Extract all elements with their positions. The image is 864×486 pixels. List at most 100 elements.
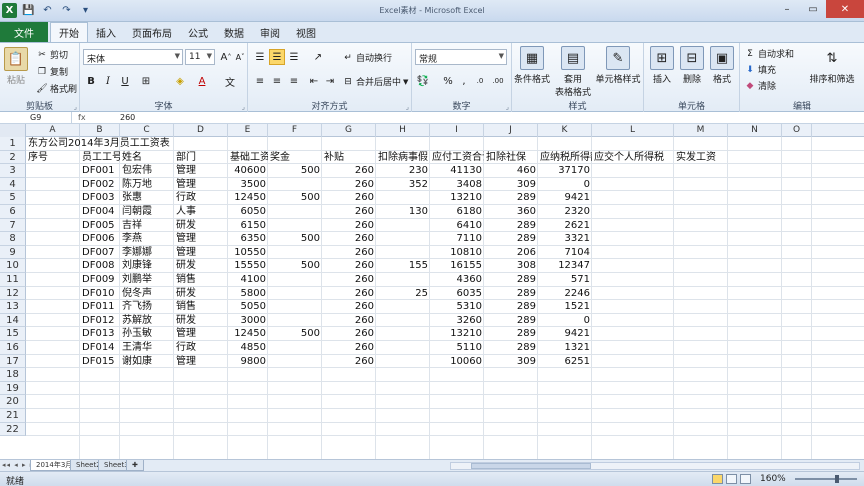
cell[interactable]: 289 xyxy=(484,314,538,328)
cell[interactable]: 齐飞扬 xyxy=(120,300,174,314)
cell[interactable]: 应纳税所得额 xyxy=(538,151,592,165)
cell[interactable]: 员工工号 xyxy=(80,151,120,165)
cell[interactable]: 1521 xyxy=(538,300,592,314)
cell[interactable]: 230 xyxy=(376,164,430,178)
cell[interactable]: 应交个人所得税 xyxy=(592,151,674,165)
row-header[interactable]: 20 xyxy=(0,395,26,409)
page-layout-view-icon[interactable] xyxy=(726,474,737,484)
cell[interactable]: 李娜娜 xyxy=(120,246,174,260)
cell[interactable] xyxy=(268,205,322,219)
cell[interactable]: 260 xyxy=(322,205,376,219)
copy-button[interactable]: ❐ 复制 xyxy=(36,65,68,79)
autosum-button[interactable]: Σ 自动求和 xyxy=(744,47,794,61)
align-bottom-icon[interactable]: ☰ xyxy=(286,49,302,65)
cell[interactable]: 部门 xyxy=(174,151,228,165)
cell[interactable]: 1321 xyxy=(538,341,592,355)
cell[interactable]: 4360 xyxy=(430,273,484,287)
cell[interactable]: 12450 xyxy=(228,327,268,341)
cell[interactable]: 460 xyxy=(484,164,538,178)
cell[interactable]: 4850 xyxy=(228,341,268,355)
cell[interactable] xyxy=(268,273,322,287)
row-header[interactable]: 17 xyxy=(0,354,26,369)
font-size-select[interactable]: 11 ▼ xyxy=(185,49,215,65)
alignment-launcher-icon[interactable]: ⌟ xyxy=(406,103,409,111)
cell[interactable]: 260 xyxy=(322,259,376,273)
cell[interactable]: 289 xyxy=(484,273,538,287)
cell[interactable]: 闫朝霞 xyxy=(120,205,174,219)
cell[interactable]: 9800 xyxy=(228,355,268,369)
new-sheet-icon[interactable]: ✚ xyxy=(126,460,144,471)
cell[interactable]: DF013 xyxy=(80,327,120,341)
cell[interactable]: 东方公司2014年3月员工工资表 xyxy=(26,137,170,151)
cell[interactable]: 序号 xyxy=(26,151,80,165)
cell[interactable]: 刘康锋 xyxy=(120,259,174,273)
minimize-button[interactable]: – xyxy=(774,0,800,18)
number-format-select[interactable]: 常规 ▼ xyxy=(415,49,507,65)
row-header[interactable]: 15 xyxy=(0,327,26,341)
cell[interactable]: 6150 xyxy=(228,219,268,233)
cell[interactable]: DF009 xyxy=(80,273,120,287)
cell[interactable]: 289 xyxy=(484,300,538,314)
cell[interactable]: 309 xyxy=(484,178,538,192)
cell[interactable]: 倪冬声 xyxy=(120,287,174,301)
fill-color-icon[interactable]: ◈ xyxy=(172,73,188,89)
name-box[interactable]: G9 xyxy=(0,112,72,124)
cell[interactable]: 3500 xyxy=(228,178,268,192)
cell[interactable]: 应付工资合计 xyxy=(430,151,484,165)
cell[interactable]: 37170 xyxy=(538,164,592,178)
cell[interactable]: 10550 xyxy=(228,246,268,260)
cell[interactable]: 15550 xyxy=(228,259,268,273)
cell[interactable]: DF010 xyxy=(80,287,120,301)
row-header[interactable]: 12 xyxy=(0,286,26,301)
format-painter-button[interactable]: 🖌 格式刷 xyxy=(36,82,77,96)
cell[interactable]: 6350 xyxy=(228,232,268,246)
cell[interactable]: 管理 xyxy=(174,178,228,192)
cell[interactable]: 2320 xyxy=(538,205,592,219)
cell[interactable]: 40600 xyxy=(228,164,268,178)
cell[interactable] xyxy=(268,287,322,301)
cell[interactable]: 扣除病事假 xyxy=(376,151,430,165)
cell[interactable]: 行政 xyxy=(174,191,228,205)
cell[interactable]: 500 xyxy=(268,232,322,246)
cell[interactable]: 研发 xyxy=(174,287,228,301)
cell[interactable]: 130 xyxy=(376,205,430,219)
cell[interactable]: 谢如康 xyxy=(120,355,174,369)
cell[interactable]: 309 xyxy=(484,355,538,369)
cell[interactable]: DF001 xyxy=(80,164,120,178)
cell[interactable] xyxy=(376,300,430,314)
cell[interactable]: 基础工资 xyxy=(228,151,268,165)
row-header[interactable]: 13 xyxy=(0,300,26,314)
cell[interactable] xyxy=(268,355,322,369)
cell[interactable]: 500 xyxy=(268,164,322,178)
cell[interactable]: 5310 xyxy=(430,300,484,314)
cell[interactable]: 陈万地 xyxy=(120,178,174,192)
conditional-formatting-button[interactable]: ▦ 条件格式 xyxy=(512,46,552,85)
cell[interactable]: 人事 xyxy=(174,205,228,219)
normal-view-icon[interactable] xyxy=(712,474,723,484)
column-header[interactable]: I xyxy=(430,124,484,137)
cell[interactable]: 苏解放 xyxy=(120,314,174,328)
zoom-knob[interactable] xyxy=(835,475,839,483)
italic-icon[interactable]: I xyxy=(100,73,116,89)
insert-cells-button[interactable]: ⊞ 插入 xyxy=(648,46,676,85)
cell[interactable]: 研发 xyxy=(174,314,228,328)
cell[interactable] xyxy=(376,314,430,328)
cell[interactable]: 289 xyxy=(484,232,538,246)
tab-view[interactable]: 视图 xyxy=(288,22,324,42)
cell[interactable]: 研发 xyxy=(174,219,228,233)
cell[interactable] xyxy=(376,341,430,355)
currency-icon[interactable]: 💱 xyxy=(415,73,431,89)
scroll-thumb[interactable] xyxy=(471,463,591,469)
worksheet-grid[interactable]: ABCDEFGHIJKLMNO 1 2 3 4 5 6 7 8 9 10 11 12 13 14 15 16 1… xyxy=(0,124,864,459)
cell[interactable]: 260 xyxy=(322,246,376,260)
cell[interactable]: 289 xyxy=(484,191,538,205)
font-color-icon[interactable]: A xyxy=(194,73,210,89)
row-header[interactable]: 19 xyxy=(0,381,26,396)
clear-button[interactable]: ◆ 清除 xyxy=(744,79,776,93)
cell[interactable]: 李燕 xyxy=(120,232,174,246)
maximize-button[interactable]: ▭ xyxy=(800,0,826,18)
format-cells-button[interactable]: ▣ 格式 xyxy=(708,46,736,85)
font-launcher-icon[interactable]: ⌟ xyxy=(242,103,245,111)
cell[interactable]: 289 xyxy=(484,287,538,301)
cell[interactable]: 260 xyxy=(322,287,376,301)
